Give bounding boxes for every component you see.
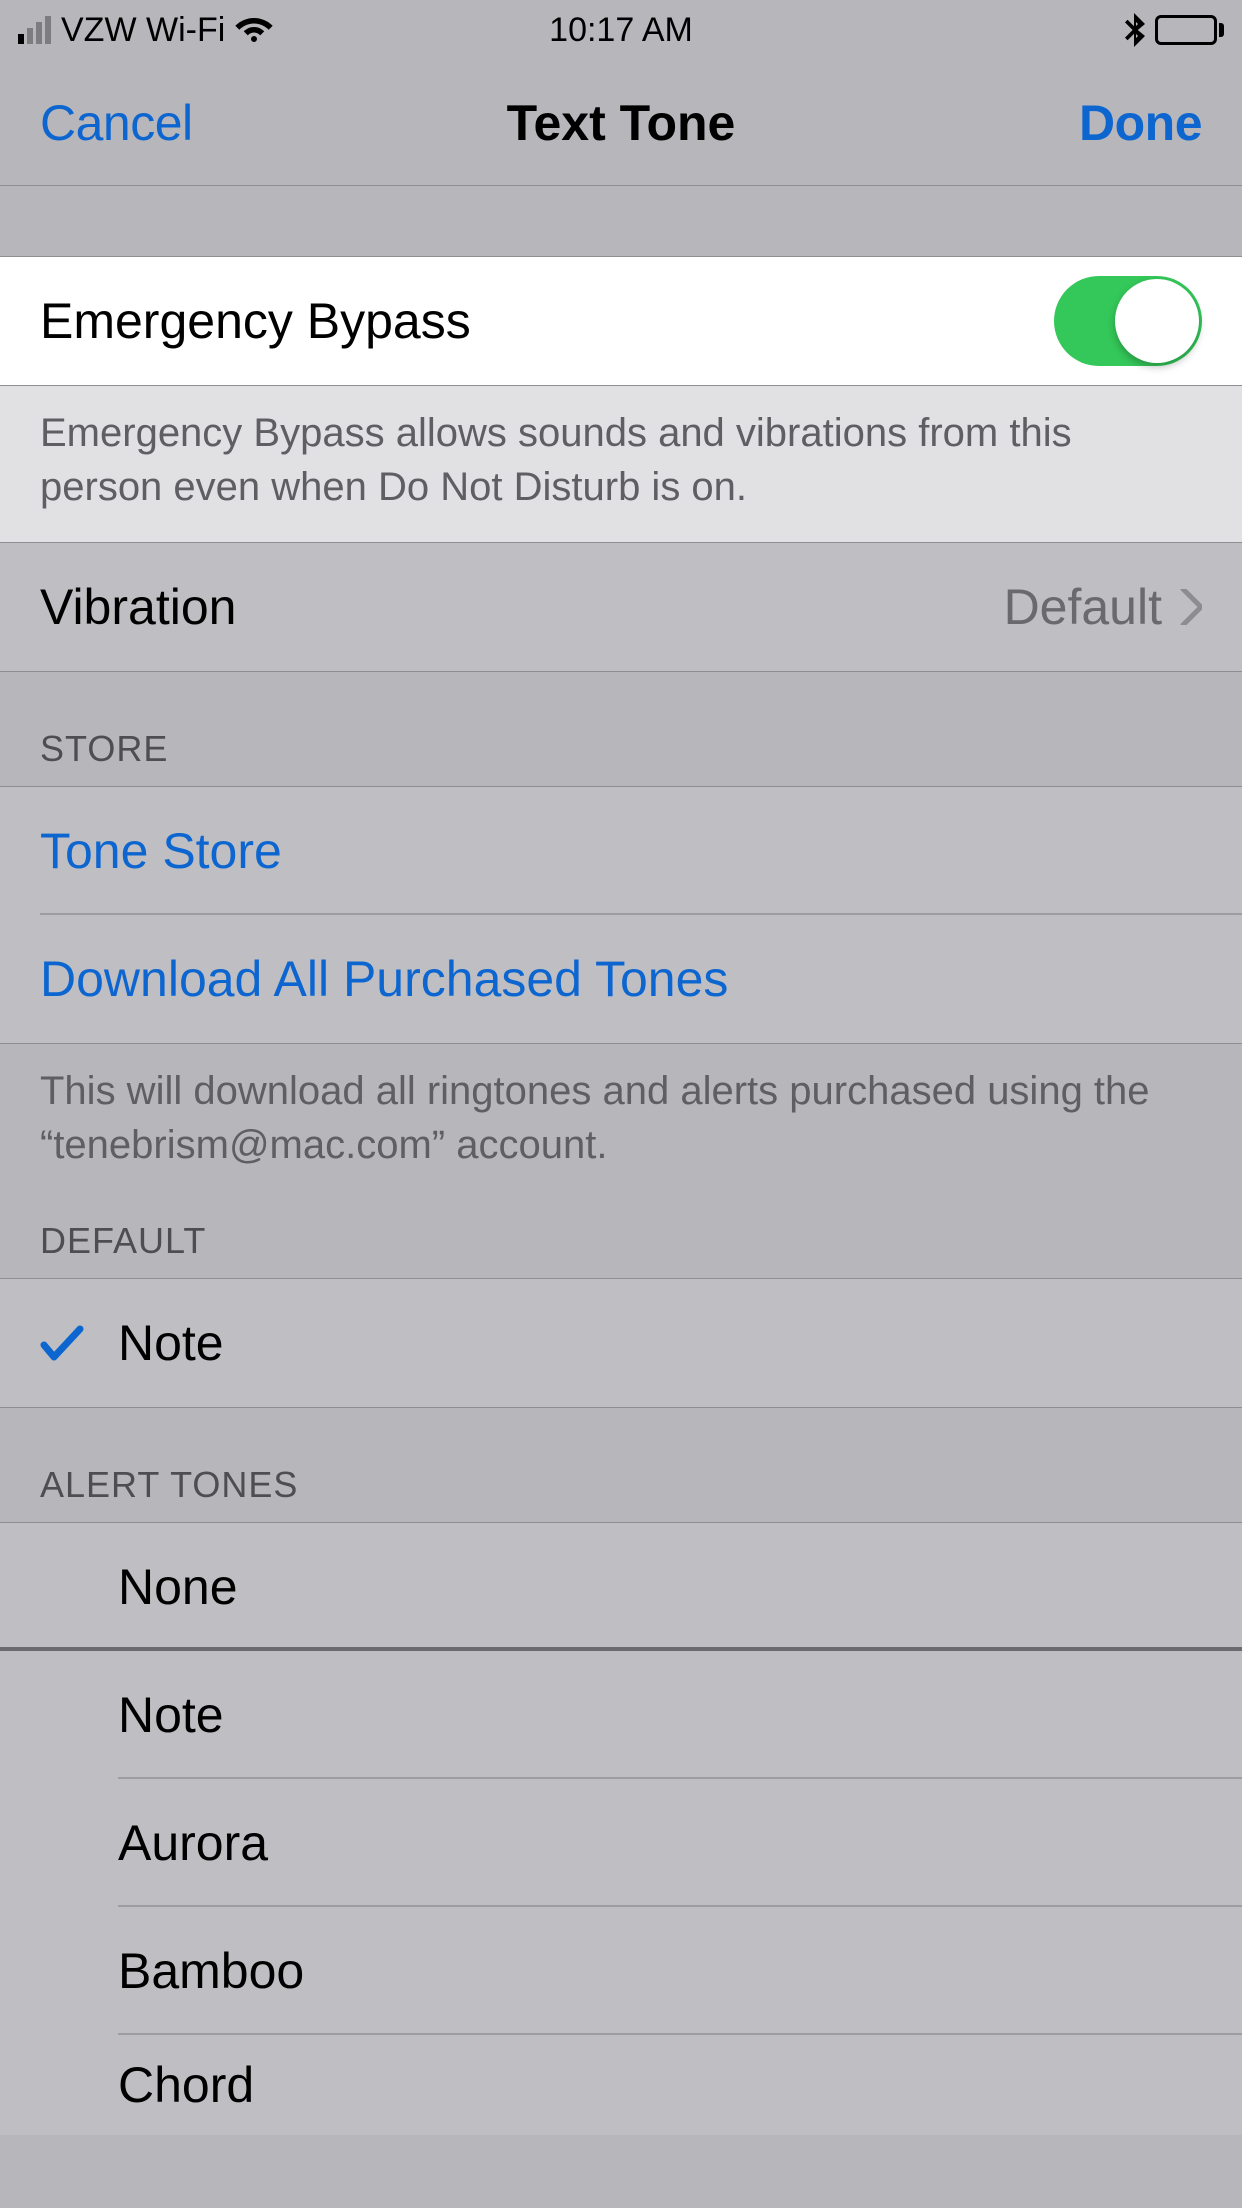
alert-tone-row[interactable]: Chord: [0, 2035, 1242, 2135]
alert-tone-label: Note: [118, 1686, 224, 1744]
emergency-bypass-row[interactable]: Emergency Bypass: [0, 257, 1242, 385]
navigation-bar: Cancel Text Tone Done: [0, 60, 1242, 186]
vibration-row[interactable]: Vibration Default: [0, 543, 1242, 671]
default-section-header: DEFAULT: [0, 1200, 1242, 1278]
vibration-label: Vibration: [40, 578, 1004, 636]
store-footer: This will download all ringtones and ale…: [0, 1044, 1242, 1200]
alert-tone-row[interactable]: Bamboo: [0, 1907, 1242, 2035]
emergency-bypass-footer: Emergency Bypass allows sounds and vibra…: [0, 386, 1242, 543]
alert-tone-label: Chord: [118, 2056, 254, 2114]
chevron-right-icon: [1180, 589, 1202, 625]
download-tones-row[interactable]: Download All Purchased Tones: [0, 915, 1242, 1043]
cellular-signal-icon: [18, 16, 51, 44]
alert-tone-label: Aurora: [118, 1814, 268, 1872]
battery-icon: [1155, 15, 1224, 45]
alert-tones-group: None Note Aurora Bamboo Chord: [0, 1522, 1242, 2135]
download-tones-label: Download All Purchased Tones: [40, 950, 1202, 1008]
alert-tone-label: None: [118, 1558, 238, 1616]
status-bar: VZW Wi-Fi 10:17 AM: [0, 0, 1242, 60]
vibration-group: Vibration Default: [0, 543, 1242, 672]
status-left: VZW Wi-Fi: [18, 11, 273, 50]
checkmark-icon: [40, 1321, 118, 1365]
store-section-header: STORE: [0, 672, 1242, 786]
spacer: [0, 186, 1242, 256]
emergency-bypass-toggle[interactable]: [1054, 276, 1202, 366]
default-tone-row[interactable]: Note: [0, 1279, 1242, 1407]
store-group: Tone Store Download All Purchased Tones: [0, 786, 1242, 1044]
emergency-bypass-group: Emergency Bypass: [0, 256, 1242, 386]
tone-store-label: Tone Store: [40, 822, 1202, 880]
emergency-bypass-label: Emergency Bypass: [40, 292, 1054, 350]
alert-tone-row[interactable]: Note: [0, 1651, 1242, 1779]
cancel-button[interactable]: Cancel: [40, 94, 193, 152]
tone-store-row[interactable]: Tone Store: [0, 787, 1242, 915]
alert-tone-row[interactable]: None: [0, 1523, 1242, 1651]
vibration-value: Default: [1004, 578, 1162, 636]
carrier-label: VZW Wi-Fi: [61, 11, 225, 50]
default-group: Note: [0, 1278, 1242, 1408]
done-button[interactable]: Done: [1079, 94, 1202, 152]
wifi-icon: [235, 16, 273, 44]
alert-tone-label: Bamboo: [118, 1942, 304, 2000]
alert-tone-row[interactable]: Aurora: [0, 1779, 1242, 1907]
default-tone-label: Note: [118, 1314, 224, 1372]
status-right: [1125, 13, 1224, 47]
bluetooth-icon: [1125, 13, 1145, 47]
alert-tones-section-header: ALERT TONES: [0, 1408, 1242, 1522]
